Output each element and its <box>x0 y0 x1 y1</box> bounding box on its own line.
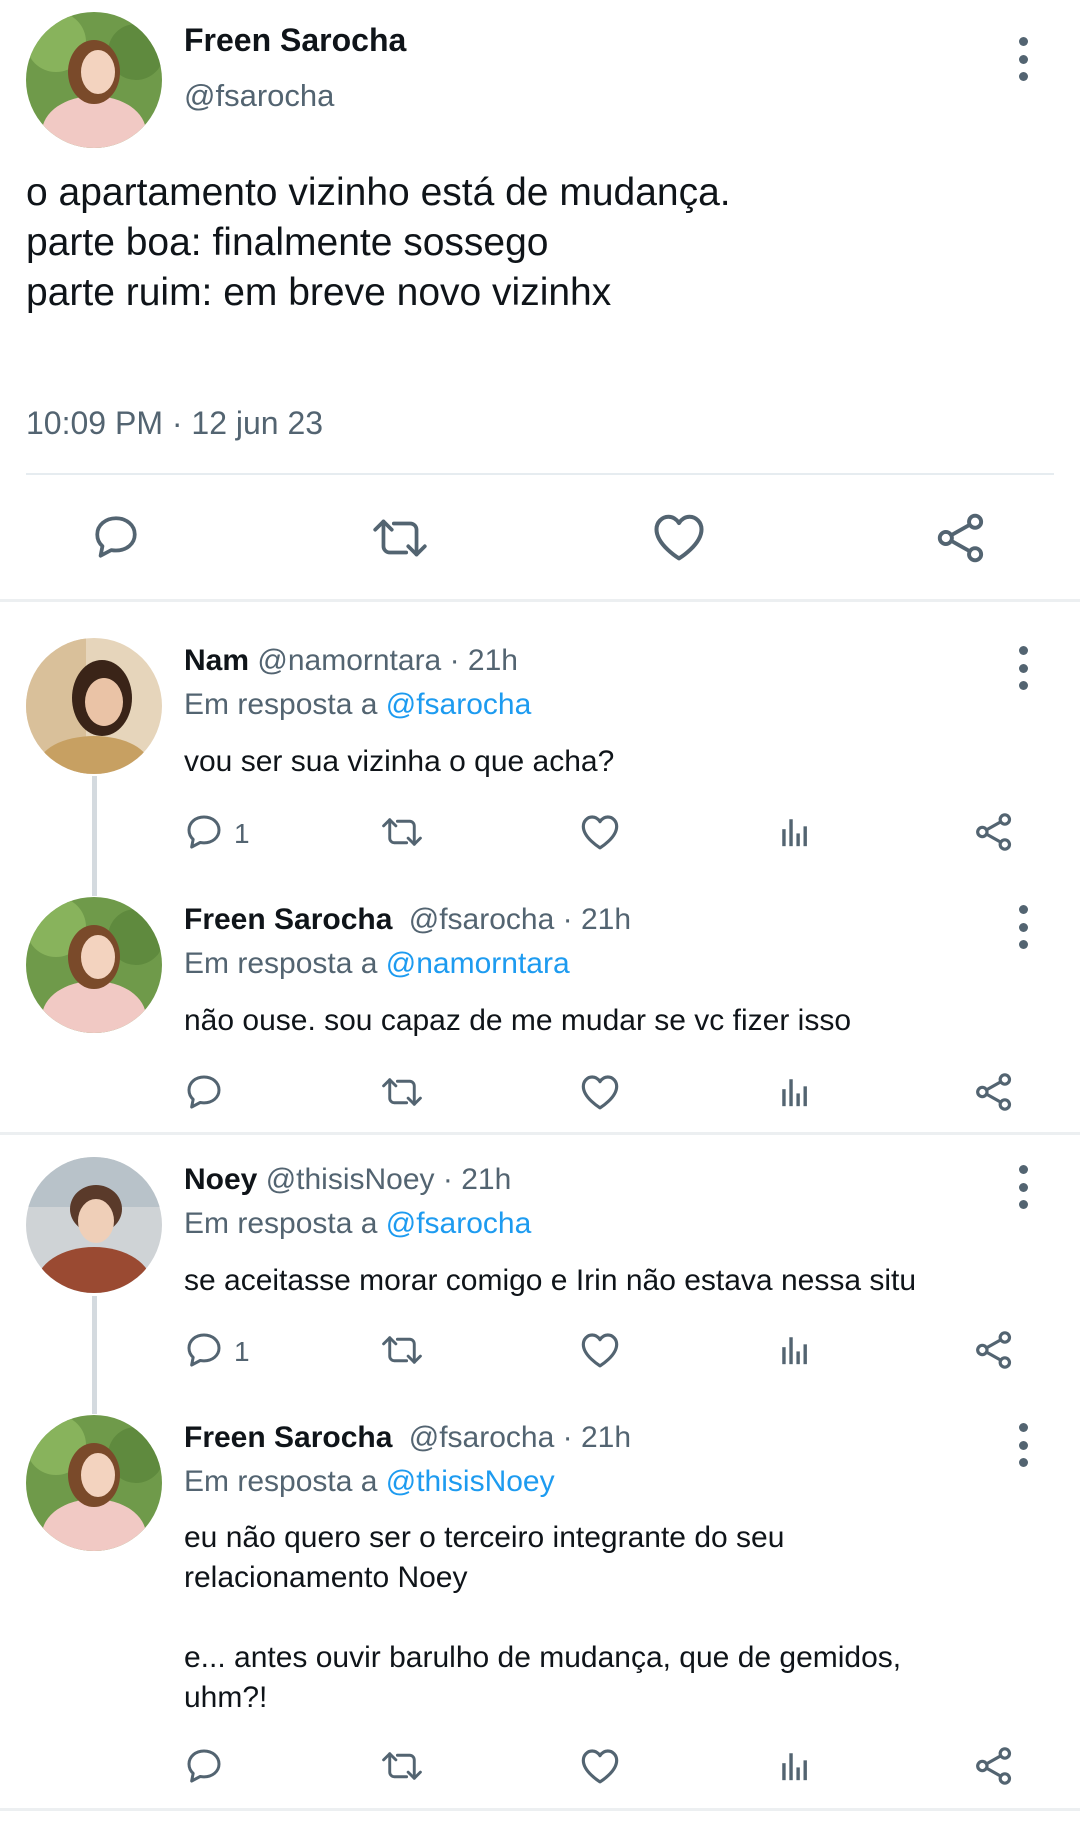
share-icon[interactable] <box>974 1746 1014 1786</box>
reply-time: · 21h <box>449 644 518 677</box>
reply-count: 1 <box>234 1336 250 1367</box>
retweet-icon[interactable] <box>369 513 431 563</box>
in-reply-to: Em resposta a @namorntara <box>184 947 570 981</box>
heart-icon[interactable] <box>580 1073 620 1111</box>
in-reply-prefix: Em resposta a <box>184 688 378 721</box>
more-options-icon[interactable] <box>1017 1423 1029 1467</box>
thread-line <box>92 1296 97 1414</box>
share-icon[interactable] <box>974 1072 1014 1112</box>
in-reply-prefix: Em resposta a <box>184 1207 378 1240</box>
reply-header: Freen Sarocha @fsarocha · 21h <box>184 1421 631 1455</box>
section-divider <box>0 1132 1080 1135</box>
share-icon[interactable] <box>974 1330 1014 1370</box>
reply-text: não ouse. sou capaz de me mudar se vc fi… <box>184 1004 852 1037</box>
more-options-icon[interactable] <box>1017 1165 1029 1209</box>
author-name[interactable]: Nam <box>184 644 249 677</box>
share-icon[interactable] <box>934 512 988 564</box>
tweet-text-line: parte boa: finalmente sossego <box>26 221 549 264</box>
in-reply-prefix: Em resposta a <box>184 947 378 980</box>
tweet-text-line: o apartamento vizinho está de mudança. <box>26 171 731 214</box>
share-icon[interactable] <box>974 812 1014 852</box>
mention-link[interactable]: @fsarocha <box>386 688 532 721</box>
in-reply-prefix: Em resposta a <box>184 1465 378 1498</box>
tweet-text: o apartamento vizinho está de mudança. p… <box>26 168 731 318</box>
heart-icon[interactable] <box>580 1331 620 1369</box>
reply-time: · 21h <box>442 1163 512 1196</box>
tweet-text-line: parte ruim: em breve novo vizinhx <box>26 271 612 314</box>
avatar[interactable] <box>26 12 162 148</box>
author-name[interactable]: Freen Sarocha <box>184 1421 392 1454</box>
analytics-icon[interactable] <box>778 1749 812 1783</box>
reply-icon[interactable] <box>184 812 224 852</box>
heart-icon[interactable] <box>652 512 706 562</box>
tweet-timestamp[interactable]: 10:09 PM · 12 jun 23 <box>26 405 323 442</box>
reply-text: vou ser sua vizinha o que acha? <box>184 745 615 778</box>
reply-time: · 21h <box>562 1421 632 1454</box>
author-handle[interactable]: @fsarocha <box>409 1421 555 1454</box>
retweet-icon[interactable] <box>379 1747 425 1785</box>
section-divider <box>0 1808 1080 1811</box>
analytics-icon[interactable] <box>778 1075 812 1109</box>
reply-icon[interactable] <box>184 1746 224 1786</box>
reply-icon[interactable] <box>184 1330 224 1370</box>
reply-icon[interactable] <box>184 1072 224 1112</box>
retweet-icon[interactable] <box>379 813 425 851</box>
avatar[interactable] <box>26 1157 162 1293</box>
author-handle[interactable]: @namorntara <box>257 644 441 677</box>
author-handle[interactable]: @thisisNoey <box>266 1163 435 1196</box>
in-reply-to: Em resposta a @thisisNoey <box>184 1465 555 1499</box>
reply-text: se aceitasse morar comigo e Irin não est… <box>184 1264 917 1297</box>
author-handle[interactable]: @fsarocha <box>184 78 334 114</box>
heart-icon[interactable] <box>580 1747 620 1785</box>
reply-count: 1 <box>234 818 250 849</box>
more-options-icon[interactable] <box>1017 646 1029 690</box>
avatar[interactable] <box>26 897 162 1033</box>
author-name[interactable]: Noey <box>184 1163 257 1196</box>
more-options-icon[interactable] <box>1017 37 1029 81</box>
in-reply-to: Em resposta a @fsarocha <box>184 1207 531 1241</box>
analytics-icon[interactable] <box>778 1333 812 1367</box>
reply-text: eu não quero ser o terceiro integrante d… <box>184 1521 902 1714</box>
avatar[interactable] <box>26 1415 162 1551</box>
retweet-icon[interactable] <box>379 1331 425 1369</box>
reply-icon[interactable] <box>90 512 142 562</box>
reply-header: Noey @thisisNoey · 21h <box>184 1163 511 1197</box>
analytics-icon[interactable] <box>778 815 812 849</box>
author-handle[interactable]: @fsarocha <box>409 903 555 936</box>
thread-line <box>92 776 97 896</box>
section-divider <box>0 599 1080 602</box>
avatar[interactable] <box>26 638 162 774</box>
author-name[interactable]: Freen Sarocha <box>184 903 392 936</box>
heart-icon[interactable] <box>580 813 620 851</box>
author-name[interactable]: Freen Sarocha <box>184 22 406 59</box>
reply-time: · 21h <box>562 903 632 936</box>
reply-header: Nam @namorntara · 21h <box>184 644 518 678</box>
divider <box>26 473 1054 475</box>
retweet-icon[interactable] <box>379 1073 425 1111</box>
reply-header: Freen Sarocha @fsarocha · 21h <box>184 903 631 937</box>
more-options-icon[interactable] <box>1017 905 1029 949</box>
mention-link[interactable]: @namorntara <box>386 947 570 980</box>
mention-link[interactable]: @thisisNoey <box>386 1465 555 1498</box>
mention-link[interactable]: @fsarocha <box>386 1207 532 1240</box>
in-reply-to: Em resposta a @fsarocha <box>184 688 531 722</box>
